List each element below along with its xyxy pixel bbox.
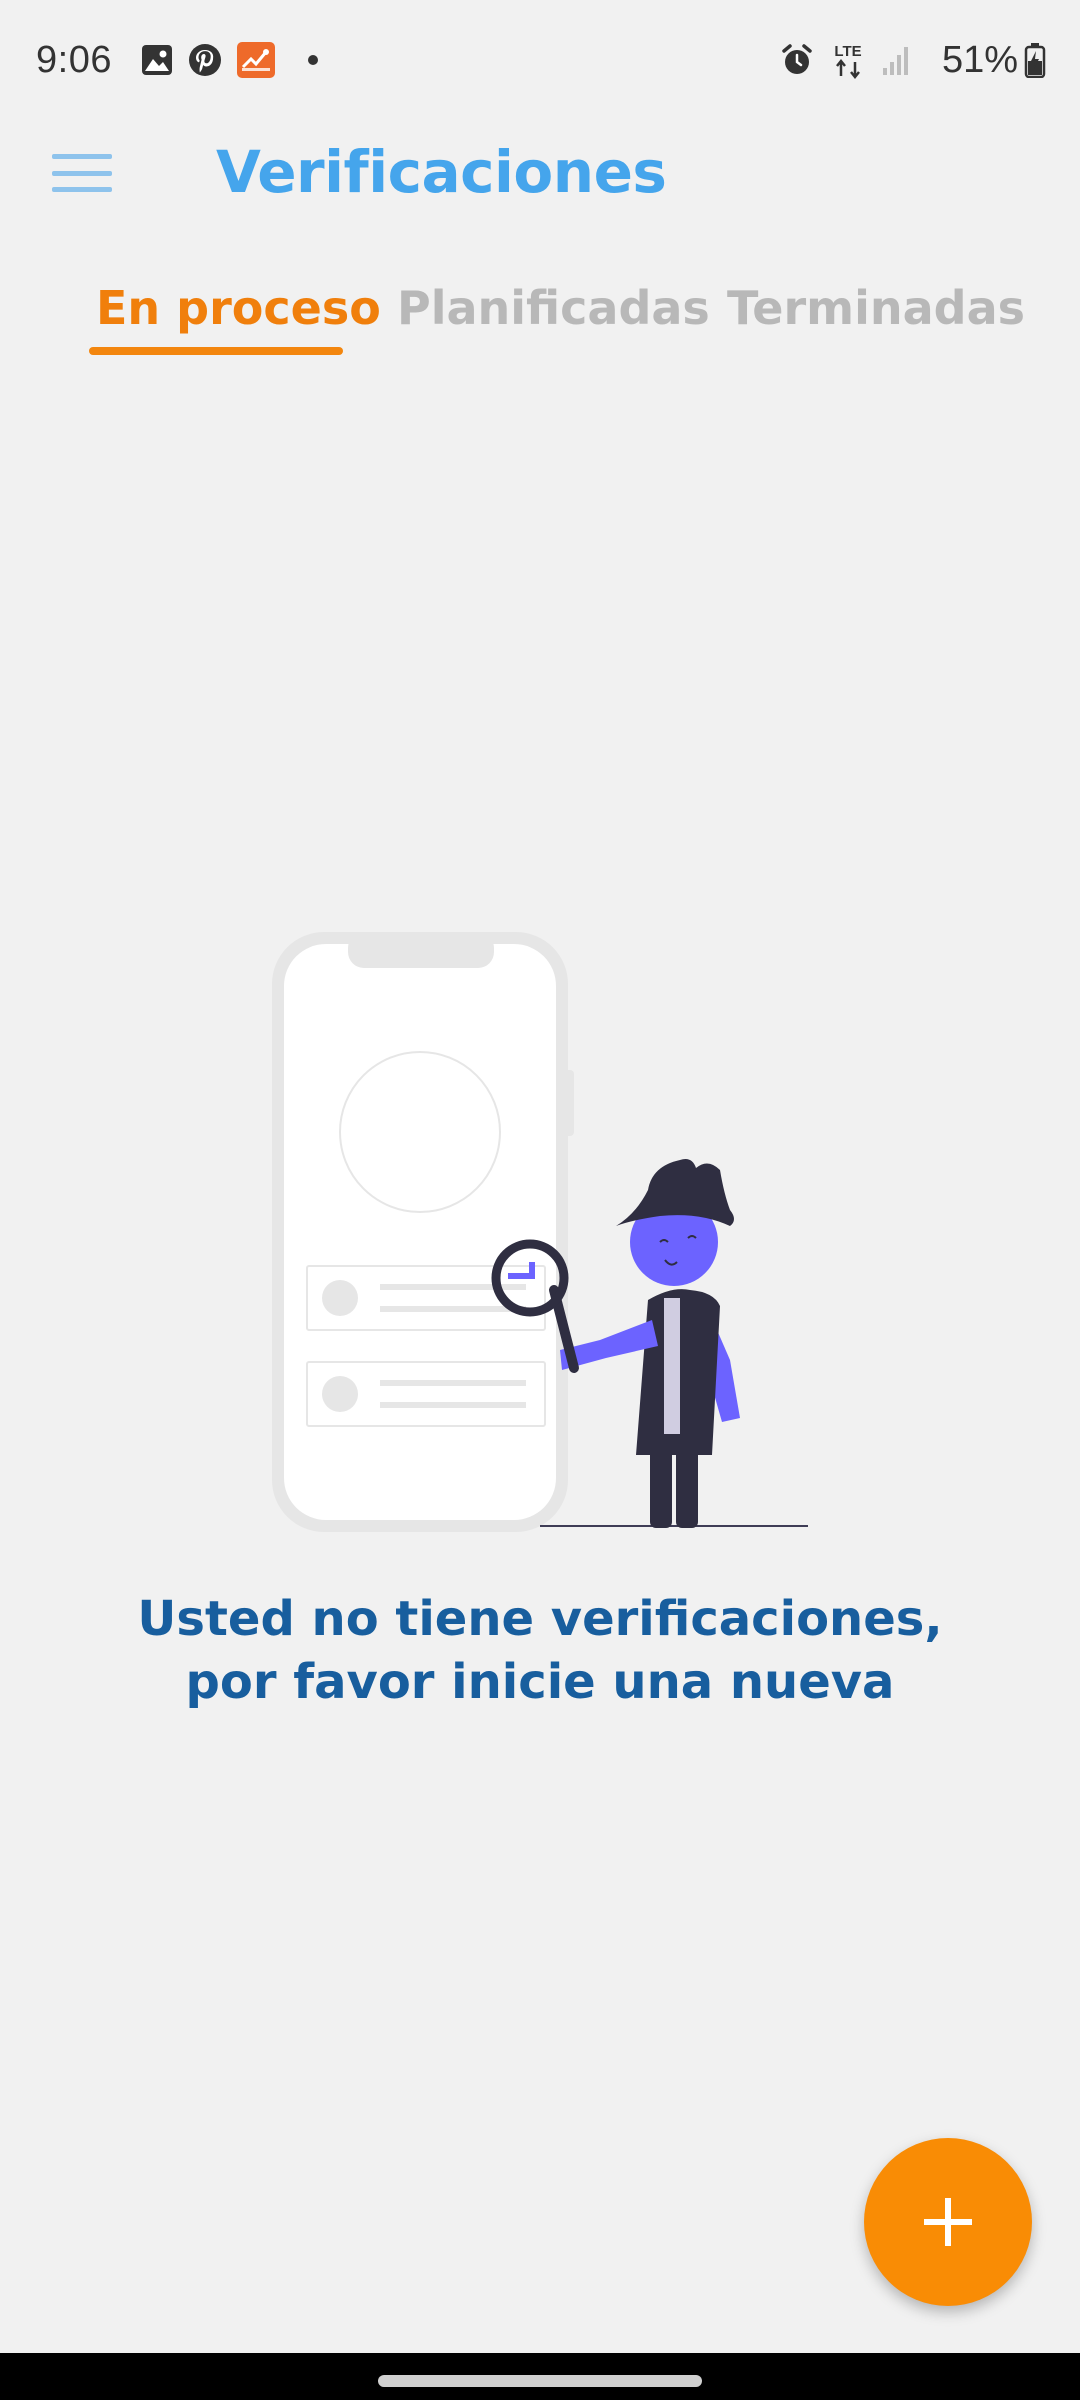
signal-icon [882,44,912,76]
tab-bar: En proceso Planificadas Terminadas [0,265,1080,365]
tab-planificadas[interactable]: Planificadas [397,281,710,335]
page-title: Verificaciones [216,138,667,206]
plus-icon [924,2198,972,2246]
phone-illustration [272,932,574,1532]
gallery-icon [140,43,174,77]
status-bar-right: LTE 51% [780,39,1046,82]
add-verification-button[interactable] [864,2138,1032,2306]
active-tab-indicator [89,347,343,355]
tab-terminadas[interactable]: Terminadas [727,281,1025,335]
status-time: 9:06 [36,38,112,81]
battery-percentage: 51% [941,38,1018,81]
pinterest-icon [188,43,222,77]
app-bar: Verificaciones [0,120,1080,225]
tab-en-proceso[interactable]: En proceso [96,281,381,335]
notification-dot-icon [307,55,318,65]
system-navigation-bar [0,2353,1080,2400]
status-bar-left: 9:06 [36,39,318,82]
status-bar: 9:06 LTE 51% [0,0,1080,120]
home-gesture-handle[interactable] [378,2375,702,2387]
empty-state-illustration [260,920,820,1540]
lte-label: LTE [834,43,861,60]
hamburger-menu-icon[interactable] [52,150,112,196]
alarm-icon [780,43,814,77]
battery-icon [1024,42,1046,78]
detective-searching-phone-illustration [272,932,808,1532]
app-notification-icon [236,41,276,79]
lte-data-icon: LTE [828,40,868,80]
empty-state-message: Usted no tiene verificaciones, por favor… [137,1591,943,1710]
